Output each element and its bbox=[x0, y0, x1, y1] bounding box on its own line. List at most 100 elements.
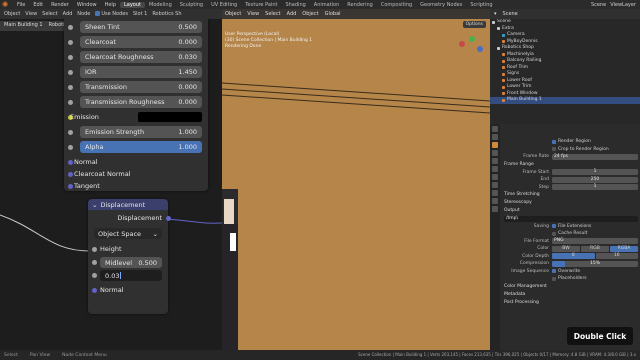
input-socket[interactable] bbox=[68, 55, 73, 60]
scene-tab-icon[interactable] bbox=[492, 158, 498, 164]
input-socket[interactable] bbox=[68, 145, 73, 150]
checkbox-icon[interactable] bbox=[552, 147, 556, 152]
workspace-tab-sculpting[interactable]: Sculpting bbox=[176, 2, 207, 8]
space-dropdown[interactable]: Object Space ⌄ bbox=[94, 228, 162, 239]
outliner-tree[interactable]: Scene Extra Camera MyBoyDennis Robotics … bbox=[490, 19, 640, 124]
frame-start-field[interactable]: 1 bbox=[552, 169, 638, 176]
node-input-transmission-roughness[interactable]: Transmission Roughness 0.000 bbox=[68, 96, 202, 108]
checkbox-icon[interactable] bbox=[552, 269, 556, 274]
output-path-field[interactable]: /tmp\ bbox=[504, 215, 638, 222]
particles-tab-icon[interactable] bbox=[492, 190, 498, 196]
node-input-normal[interactable]: Normal bbox=[68, 156, 202, 168]
menu-select[interactable]: Select bbox=[42, 11, 57, 17]
editor-mode-dropdown[interactable]: Object bbox=[4, 11, 20, 17]
node-input-ior[interactable]: IOR 1.450 bbox=[68, 66, 202, 78]
node-input-emission[interactable]: Emission bbox=[68, 111, 202, 123]
value-field[interactable]: Sheen Tint 0.500 bbox=[80, 21, 202, 33]
frame-rate-dropdown[interactable]: 24 fps bbox=[552, 153, 638, 160]
menu-node[interactable]: Node bbox=[77, 11, 90, 17]
node-header[interactable]: ⌄ Displacement bbox=[88, 199, 168, 210]
input-socket[interactable] bbox=[68, 70, 73, 75]
node-input-clearcoat-roughness[interactable]: Clearcoat Roughness 0.030 bbox=[68, 51, 202, 63]
node-input-midlevel[interactable]: Midlevel 0.500 bbox=[92, 257, 162, 268]
menu-render[interactable]: Render bbox=[47, 2, 73, 8]
input-socket[interactable] bbox=[68, 100, 73, 105]
menu-window[interactable]: Window bbox=[73, 2, 101, 8]
section-post-processing[interactable]: Post Processing bbox=[502, 299, 638, 307]
section-time-stretching[interactable]: Time Stretching bbox=[502, 191, 638, 199]
section-metadata[interactable]: Metadata bbox=[502, 291, 638, 299]
checkbox-icon[interactable] bbox=[552, 224, 556, 229]
value-field[interactable]: Transmission 0.000 bbox=[80, 81, 202, 93]
color-depth-option-16[interactable]: 16 bbox=[595, 253, 638, 260]
world-tab-icon[interactable] bbox=[492, 166, 498, 172]
cache-result-row[interactable]: Cache Result bbox=[502, 230, 638, 238]
input-socket[interactable] bbox=[92, 260, 97, 265]
workspace-tab-animation[interactable]: Animation bbox=[310, 2, 344, 8]
section-frame-range[interactable]: Frame Range bbox=[502, 161, 638, 169]
input-socket[interactable] bbox=[92, 288, 97, 293]
value-field[interactable]: Alpha 1.000 bbox=[80, 141, 202, 153]
input-socket[interactable] bbox=[68, 184, 73, 189]
input-socket[interactable] bbox=[68, 172, 73, 177]
placeholders-row[interactable]: Placeholders bbox=[502, 275, 638, 283]
section-color-management[interactable]: Color Management bbox=[502, 283, 638, 291]
checkbox-icon[interactable] bbox=[552, 276, 556, 281]
render-tab-icon[interactable] bbox=[492, 134, 498, 140]
file-format-dropdown[interactable]: PNG bbox=[552, 238, 638, 245]
object-tab-icon[interactable] bbox=[492, 174, 498, 180]
node-input-height[interactable]: Height bbox=[92, 244, 162, 255]
node-editor-canvas[interactable]: Main Building 1 Robotics Sh Sheen Tint0.… bbox=[0, 19, 222, 350]
color-option-rgba[interactable]: RGBA bbox=[610, 245, 638, 252]
input-socket[interactable] bbox=[92, 247, 97, 252]
section-stereoscopy[interactable]: Stereoscopy bbox=[502, 199, 638, 207]
overwrite-row[interactable]: Image Sequence Overwrite bbox=[502, 268, 638, 276]
value-field[interactable]: Midlevel 0.500 bbox=[100, 257, 162, 268]
workspace-tab-shading[interactable]: Shading bbox=[281, 2, 309, 8]
input-socket[interactable] bbox=[68, 40, 73, 45]
physics-tab-icon[interactable] bbox=[492, 198, 498, 204]
slot-dropdown[interactable]: Slot 1 bbox=[133, 11, 147, 17]
menu-edit[interactable]: Edit bbox=[29, 2, 47, 8]
3d-viewport[interactable]: Object View Select Add Object Global Opt… bbox=[222, 9, 490, 350]
use-nodes-toggle[interactable]: Use Nodes bbox=[95, 11, 128, 17]
view-layer-tab-icon[interactable] bbox=[492, 150, 498, 156]
input-socket[interactable] bbox=[68, 85, 73, 90]
node-input-normal[interactable]: Normal bbox=[92, 285, 162, 296]
node-input-clearcoat-normal[interactable]: Clearcoat Normal bbox=[68, 168, 202, 180]
workspace-tab-texture-paint[interactable]: Texture Paint bbox=[241, 2, 281, 8]
outliner-item-selected[interactable]: Main Building 1 bbox=[490, 97, 640, 104]
node-input-transmission[interactable]: Transmission 0.000 bbox=[68, 81, 202, 93]
scene-selector[interactable]: Scene bbox=[591, 2, 606, 8]
value-field[interactable]: Transmission Roughness 0.000 bbox=[80, 96, 202, 108]
output-socket[interactable] bbox=[166, 216, 171, 221]
node-input-sheen-tint[interactable]: Sheen Tint 0.500 bbox=[68, 21, 202, 33]
value-field[interactable]: Clearcoat Roughness 0.030 bbox=[80, 51, 202, 63]
color-option-rgb[interactable]: RGB bbox=[581, 245, 609, 252]
input-socket[interactable] bbox=[68, 160, 73, 165]
scale-text-edit[interactable]: 0.03 bbox=[100, 270, 162, 281]
crop-region-row[interactable]: Crop to Render Region bbox=[502, 146, 638, 154]
menu-help[interactable]: Help bbox=[101, 2, 120, 8]
menu-file[interactable]: File bbox=[13, 2, 29, 8]
value-field[interactable]: IOR 1.450 bbox=[80, 66, 202, 78]
render-region-row[interactable]: Render Region bbox=[502, 138, 638, 146]
modifier-tab-icon[interactable] bbox=[492, 182, 498, 188]
principled-bsdf-node[interactable]: Sheen Tint 0.500 Clearcoat 0.000 Clearcoat… bbox=[64, 19, 208, 191]
node-input-emission-strength[interactable]: Emission Strength 1.000 bbox=[68, 126, 202, 138]
value-field[interactable]: Clearcoat 0.000 bbox=[80, 36, 202, 48]
workspace-tab-modeling[interactable]: Modeling bbox=[145, 2, 176, 8]
compression-slider[interactable]: 15% bbox=[552, 260, 638, 267]
frame-end-field[interactable]: 250 bbox=[552, 176, 638, 183]
blender-logo-icon[interactable]: ◉ bbox=[2, 1, 10, 8]
workspace-tab-geometry-nodes[interactable]: Geometry Nodes bbox=[416, 2, 466, 8]
file-extensions-row[interactable]: Saving File Extensions bbox=[502, 223, 638, 231]
input-socket[interactable] bbox=[68, 25, 73, 30]
value-field[interactable]: Emission Strength 1.000 bbox=[80, 126, 202, 138]
workspace-tab-rendering[interactable]: Rendering bbox=[343, 2, 377, 8]
filter-icon[interactable]: ▾ bbox=[494, 11, 497, 17]
menu-add[interactable]: Add bbox=[63, 11, 73, 17]
view-layer-selector[interactable]: ViewLayer bbox=[610, 2, 636, 8]
input-socket[interactable] bbox=[92, 273, 97, 278]
output-tab-icon[interactable] bbox=[492, 142, 498, 148]
